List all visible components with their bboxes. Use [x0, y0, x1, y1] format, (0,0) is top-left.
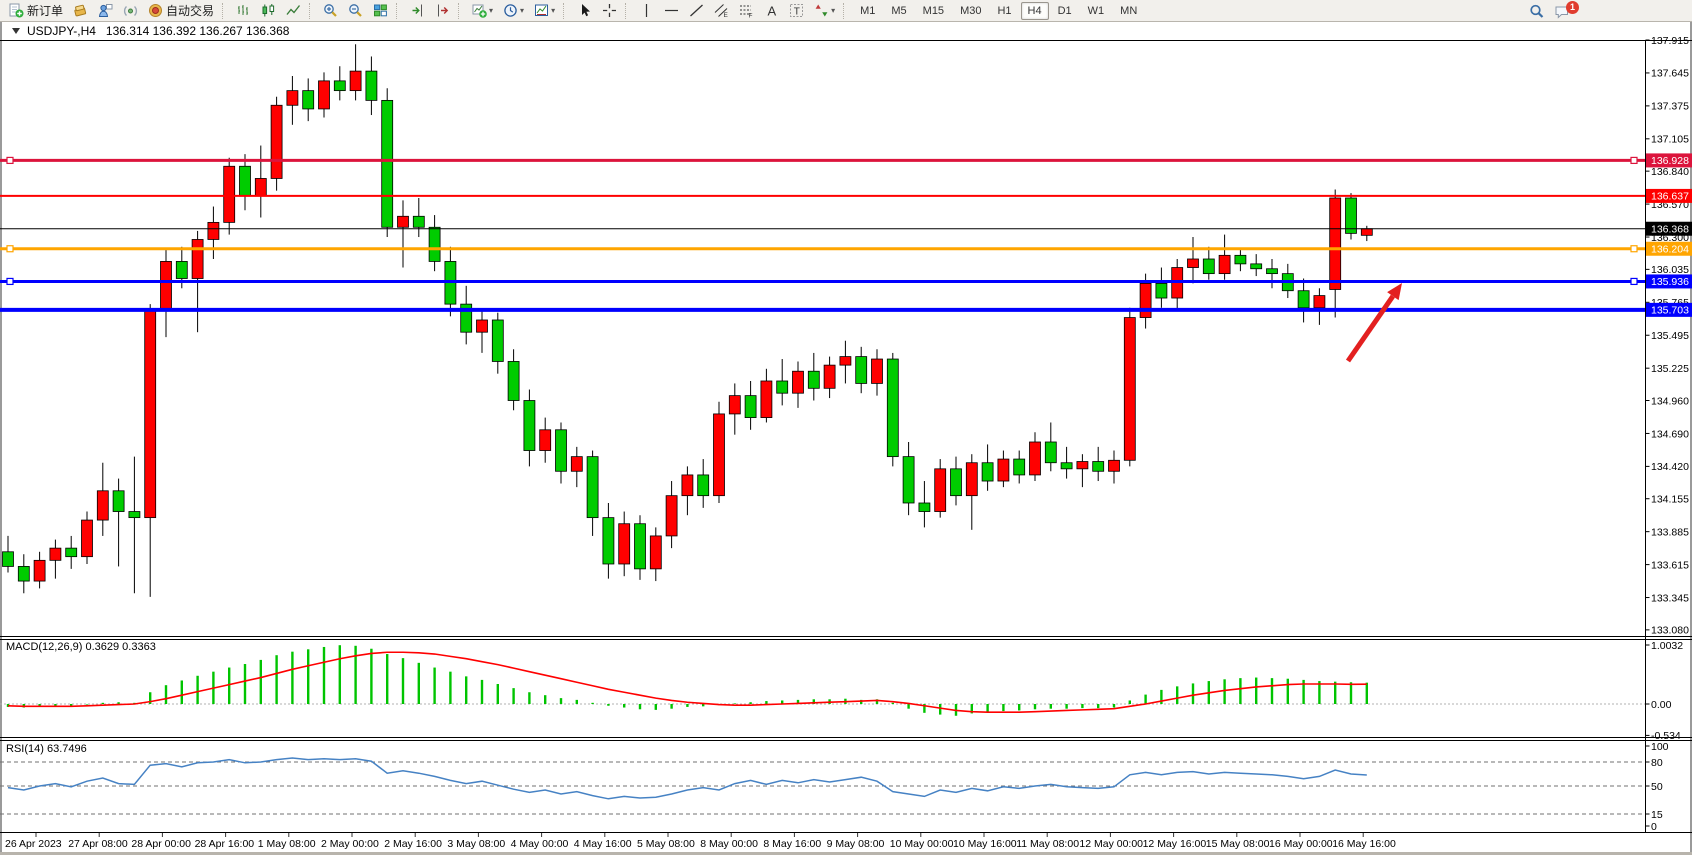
candle-body [1361, 229, 1372, 236]
rsi-indicator-label: RSI(14) 63.7496 [6, 743, 87, 755]
candle-body [1156, 283, 1167, 298]
candle-body [1346, 198, 1357, 233]
candle-body [129, 512, 140, 518]
candle-body [255, 178, 266, 195]
candle-body [224, 166, 235, 222]
candle-body [540, 430, 551, 451]
candle-body [682, 475, 693, 496]
candle-body [872, 359, 883, 383]
candle-body [524, 401, 535, 451]
candle-body [82, 520, 93, 557]
candle-body [1124, 318, 1135, 461]
candle-body [587, 457, 598, 518]
candle-body [745, 396, 756, 418]
candle-body [1251, 264, 1262, 269]
candle-body [1077, 462, 1088, 469]
candle-body [240, 166, 251, 195]
mt4-window: 新订单自动交易▾▾▾EFAT▾M1M5M15M30H1H4D1W1MN1 USD… [0, 0, 1692, 855]
candle-body [1203, 259, 1214, 274]
window-left-border [0, 22, 2, 852]
candle-body [1267, 269, 1278, 274]
candle-body [1314, 296, 1325, 308]
candle-body [998, 459, 1009, 481]
chart-canvas[interactable]: 137.915137.645137.375137.105136.840136.5… [0, 0, 1692, 855]
candle-body [1219, 255, 1230, 273]
candle-body [271, 105, 282, 178]
hline-selection-marker[interactable] [1631, 157, 1637, 163]
candle-body [919, 503, 930, 512]
candle-body [477, 320, 488, 332]
candle-body [619, 524, 630, 564]
candle-body [1045, 442, 1056, 463]
candle-body [97, 491, 108, 520]
candle-body [650, 536, 661, 569]
candle-body [556, 430, 567, 471]
hline-selection-marker[interactable] [7, 278, 13, 284]
hline-selection-marker[interactable] [1631, 246, 1637, 252]
candle-body [1235, 255, 1246, 264]
candle-body [145, 310, 156, 517]
candle-body [666, 496, 677, 536]
candle-body [1093, 462, 1104, 472]
candle-body [508, 361, 519, 400]
chart-background [0, 40, 1692, 855]
candle-body [161, 261, 172, 310]
candle-body [303, 91, 314, 109]
candle-body [398, 216, 409, 227]
candle-body [413, 216, 424, 227]
candle-body [192, 239, 203, 278]
candle-body [334, 81, 345, 91]
candle-body [176, 261, 187, 278]
time-scale-drag-area[interactable] [0, 833, 1692, 853]
candle-body [777, 381, 788, 393]
candle-body [887, 359, 898, 457]
candle-body [1330, 198, 1341, 289]
candle-body [840, 357, 851, 366]
candle-body [208, 222, 219, 239]
candle-body [603, 518, 614, 564]
hline-selection-marker[interactable] [7, 246, 13, 252]
candle-body [1014, 459, 1025, 475]
candle-body [1030, 442, 1041, 475]
hline-selection-marker[interactable] [7, 157, 13, 163]
candle-body [3, 552, 14, 567]
candle-body [793, 371, 804, 393]
candle-body [319, 81, 330, 109]
candle-body [935, 469, 946, 512]
candle-body [1061, 463, 1072, 469]
candle-body [856, 357, 867, 384]
candle-body [429, 227, 440, 261]
price-scale-drag-area[interactable] [1646, 41, 1692, 832]
candle-body [571, 457, 582, 472]
candle-body [635, 524, 646, 569]
candle-body [382, 100, 393, 227]
candle-body [966, 463, 977, 496]
candle-body [18, 566, 29, 581]
candle-body [66, 548, 77, 557]
candle-body [1109, 460, 1120, 471]
candle-body [761, 381, 772, 418]
candle-body [50, 548, 61, 560]
candle-body [34, 560, 45, 581]
hline-selection-marker[interactable] [1631, 278, 1637, 284]
candle-body [350, 71, 361, 91]
candle-body [1188, 259, 1199, 268]
candle-body [1298, 291, 1309, 308]
candle-body [951, 469, 962, 496]
candle-body [366, 71, 377, 100]
candle-body [903, 457, 914, 503]
candle-body [1140, 283, 1151, 317]
candle-body [113, 491, 124, 512]
candle-body [287, 91, 298, 106]
candle-body [698, 475, 709, 496]
candle-body [982, 463, 993, 481]
macd-indicator-label: MACD(12,26,9) 0.3629 0.3363 [6, 641, 156, 653]
candle-body [714, 414, 725, 496]
candle-body [729, 396, 740, 414]
candle-body [492, 320, 503, 361]
candle-body [808, 371, 819, 388]
candle-body [824, 365, 835, 388]
